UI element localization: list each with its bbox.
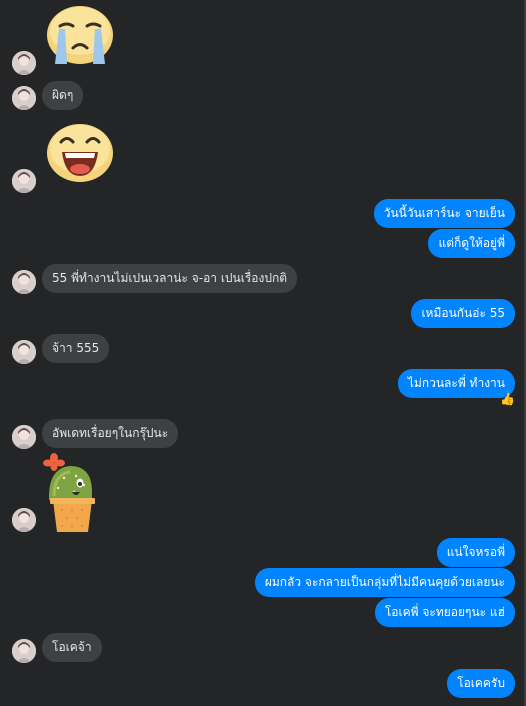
contact-avatar[interactable] <box>12 425 36 449</box>
incoming-message[interactable]: 55 พี่ทำงานไม่เปนเวลาน่ะ จ-อา เปนเรื่องป… <box>42 264 298 293</box>
laughing-face-sticker[interactable] <box>45 122 115 184</box>
contact-avatar[interactable] <box>12 51 36 75</box>
thumbs-up-reaction-icon[interactable]: 👍 <box>500 393 515 405</box>
outgoing-message[interactable]: แต่ก็ดูให้อยู่พี่ <box>428 229 515 258</box>
contact-avatar[interactable] <box>12 270 36 294</box>
contact-avatar[interactable] <box>12 639 36 663</box>
outgoing-message[interactable]: ไม่กวนละพี่ ทำงาน <box>397 369 515 398</box>
incoming-message[interactable]: โอเคจ้า <box>42 633 102 662</box>
outgoing-message[interactable]: วันนี้วันเสาร์นะ จายเย็น <box>373 199 515 228</box>
contact-avatar[interactable] <box>12 169 36 193</box>
outgoing-message[interactable]: โอเคครับ <box>447 669 515 698</box>
outgoing-message[interactable]: ผมกลัว จะกลายเป็นกลุ่มที่ไม่มีคนคุยด้วยเ… <box>254 568 515 597</box>
incoming-message[interactable]: จ้าา 555 <box>42 334 110 363</box>
contact-avatar[interactable] <box>12 508 36 532</box>
contact-avatar[interactable] <box>12 86 36 110</box>
crying-face-sticker[interactable] <box>45 4 115 66</box>
chat-thread: ผิดๆ วันนี้วันเสาร์นะ จายเย็น แต่ก็ดูให้… <box>0 0 526 706</box>
outgoing-message[interactable]: แน่ใจหรอพี่ <box>436 538 515 567</box>
cactus-sticker[interactable] <box>40 452 98 534</box>
incoming-message[interactable]: ผิดๆ <box>42 81 84 110</box>
contact-avatar[interactable] <box>12 340 36 364</box>
incoming-message[interactable]: อัพเดทเรื่อยๆในกรุ๊ปนะ <box>42 419 179 448</box>
outgoing-message[interactable]: เหมือนกันอ่ะ 55 <box>411 299 515 328</box>
outgoing-message[interactable]: โอเคพี่ จะทยอยๆนะ แฮ่ <box>374 598 515 627</box>
